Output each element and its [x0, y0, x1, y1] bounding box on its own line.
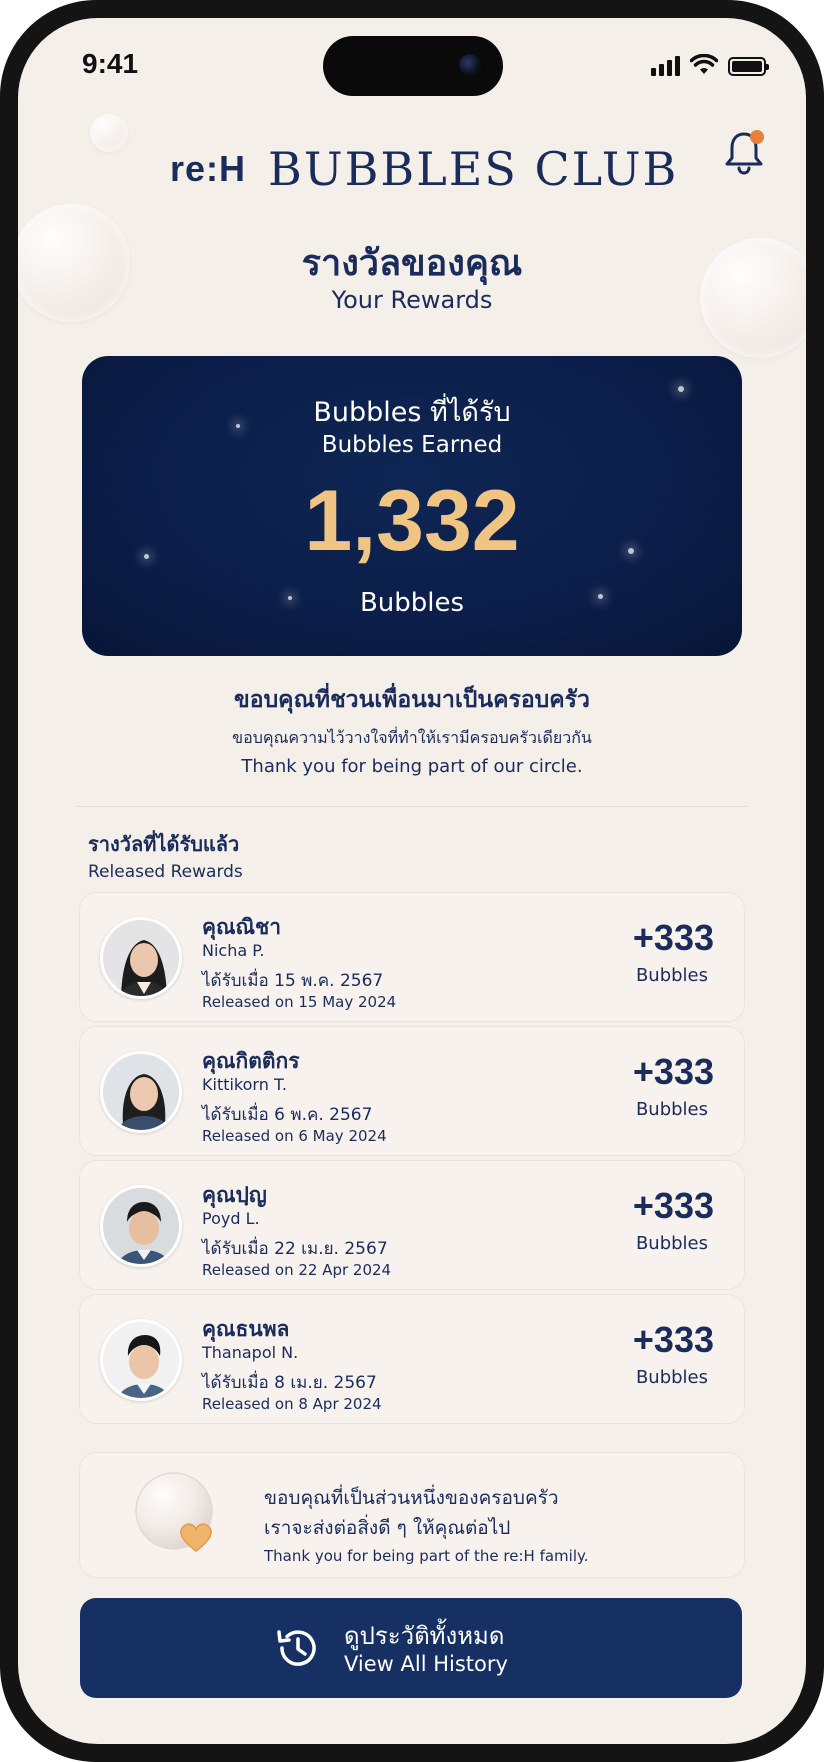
- status-icons: [651, 54, 769, 76]
- reward-row[interactable]: คุณณิชา Nicha P. ได้รับเมื่อ 15 พ.ค. 256…: [79, 892, 745, 1022]
- battery-icon: [728, 57, 769, 76]
- bubbles-earned-card: Bubbles ที่ได้รับ Bubbles Earned 1,332 B…: [82, 356, 742, 656]
- earned-label-en: Bubbles Earned: [321, 432, 503, 458]
- reward-date-en: Released on 6 May 2024: [202, 1127, 387, 1145]
- avatar: [100, 1319, 182, 1401]
- reward-name-en: Kittikorn T.: [202, 1075, 287, 1094]
- reward-name-en: Nicha P.: [202, 941, 265, 960]
- reward-points-unit: Bubbles: [635, 1099, 708, 1120]
- family-thanks-line2: เราจะส่งต่อสิ่งดี ๆ ให้คุณต่อไป: [264, 1517, 511, 1539]
- reward-date-en: Released on 22 Apr 2024: [202, 1261, 392, 1279]
- notification-dot: [750, 130, 764, 144]
- reward-row[interactable]: คุณกิตติกร Kittikorn T. ได้รับเมื่อ 6 พ.…: [79, 1026, 745, 1156]
- notification-button[interactable]: [722, 128, 766, 176]
- reward-row[interactable]: คุณธนพล Thanapol N. ได้รับเมื่อ 8 เม.ย. …: [79, 1294, 745, 1424]
- decorative-bubble: [90, 114, 128, 152]
- cellular-signal-icon: [651, 56, 680, 76]
- view-history-label-en: View All History: [344, 1652, 508, 1676]
- wifi-icon: [690, 54, 718, 74]
- view-history-label-th: ดูประวัติทั้งหมด: [344, 1622, 505, 1650]
- app-screen: 9:41 re:H BUBBLES CLUB รางวัลของคุณ Your…: [18, 18, 806, 1744]
- reward-name-th: คุณกิตติกร: [202, 1049, 300, 1073]
- avatar: [100, 1185, 182, 1267]
- page-title-th: รางวัลของคุณ: [301, 243, 523, 284]
- reward-name-th: คุณธนพล: [202, 1317, 290, 1341]
- avatar: [100, 1051, 182, 1133]
- thanks-subtext-en: Thank you for being part of our circle.: [241, 756, 583, 777]
- reward-row[interactable]: คุณปฺญ Poyd L. ได้รับเมื่อ 22 เม.ย. 2567…: [79, 1160, 745, 1290]
- page-title-en: Your Rewards: [331, 286, 493, 314]
- reward-points-unit: Bubbles: [635, 1233, 708, 1254]
- family-thanks-line3: Thank you for being part of the re:H fam…: [264, 1547, 589, 1565]
- thanks-subtext-th: ขอบคุณความไว้วางใจที่ทำให้เรามีครอบครัวเ…: [232, 728, 592, 747]
- reward-name-en: Thanapol N.: [202, 1343, 299, 1362]
- earned-value: 1,332: [304, 473, 520, 569]
- camera-icon: [459, 54, 481, 76]
- reh-logo: re:H: [170, 148, 247, 189]
- reward-name-th: คุณณิชา: [202, 915, 282, 939]
- reward-points: +333: [632, 1051, 714, 1092]
- earned-label-th: Bubbles ที่ได้รับ: [313, 397, 511, 428]
- reward-points-unit: Bubbles: [635, 1367, 708, 1388]
- reward-points-unit: Bubbles: [635, 965, 708, 986]
- view-history-button[interactable]: ดูประวัติทั้งหมด View All History: [80, 1598, 742, 1698]
- family-thanks-line1: ขอบคุณที่เป็นส่วนหนึ่งของครอบครัว: [264, 1487, 559, 1509]
- avatar: [100, 917, 182, 999]
- reward-date-th: ได้รับเมื่อ 22 เม.ย. 2567: [202, 1239, 388, 1259]
- reward-date-th: ได้รับเมื่อ 8 เม.ย. 2567: [202, 1373, 377, 1393]
- phone-frame: 9:41 re:H BUBBLES CLUB รางวัลของคุณ Your…: [0, 0, 824, 1762]
- reward-date-en: Released on 8 Apr 2024: [202, 1395, 382, 1413]
- released-title-th: รางวัลที่ได้รับแล้ว: [88, 832, 240, 856]
- heart-bubble-icon: [135, 1472, 213, 1552]
- reward-date-th: ได้รับเมื่อ 15 พ.ค. 2567: [202, 971, 384, 991]
- reward-name-th: คุณปฺญ: [202, 1183, 267, 1207]
- reward-name-en: Poyd L.: [202, 1209, 260, 1228]
- club-title: BUBBLES CLUB: [268, 142, 679, 196]
- reward-date-en: Released on 15 May 2024: [202, 993, 397, 1011]
- reward-points: +333: [632, 1319, 714, 1360]
- released-title-en: Released Rewards: [88, 862, 243, 882]
- family-thanks-card: ขอบคุณที่เป็นส่วนหนึ่งของครอบครัว เราจะส…: [79, 1452, 745, 1578]
- thanks-heading: ขอบคุณที่ชวนเพื่อนมาเป็นครอบครัว: [234, 687, 590, 713]
- brand-header: re:H BUBBLES CLUB: [170, 142, 678, 196]
- divider: [76, 806, 748, 807]
- dynamic-island: [323, 36, 503, 96]
- history-clock-icon: [277, 1630, 316, 1666]
- earned-unit: Bubbles: [359, 588, 465, 618]
- reward-points: +333: [632, 1185, 714, 1226]
- status-time: 9:41: [82, 48, 139, 79]
- reward-date-th: ได้รับเมื่อ 6 พ.ค. 2567: [202, 1105, 373, 1125]
- reward-points: +333: [632, 917, 714, 958]
